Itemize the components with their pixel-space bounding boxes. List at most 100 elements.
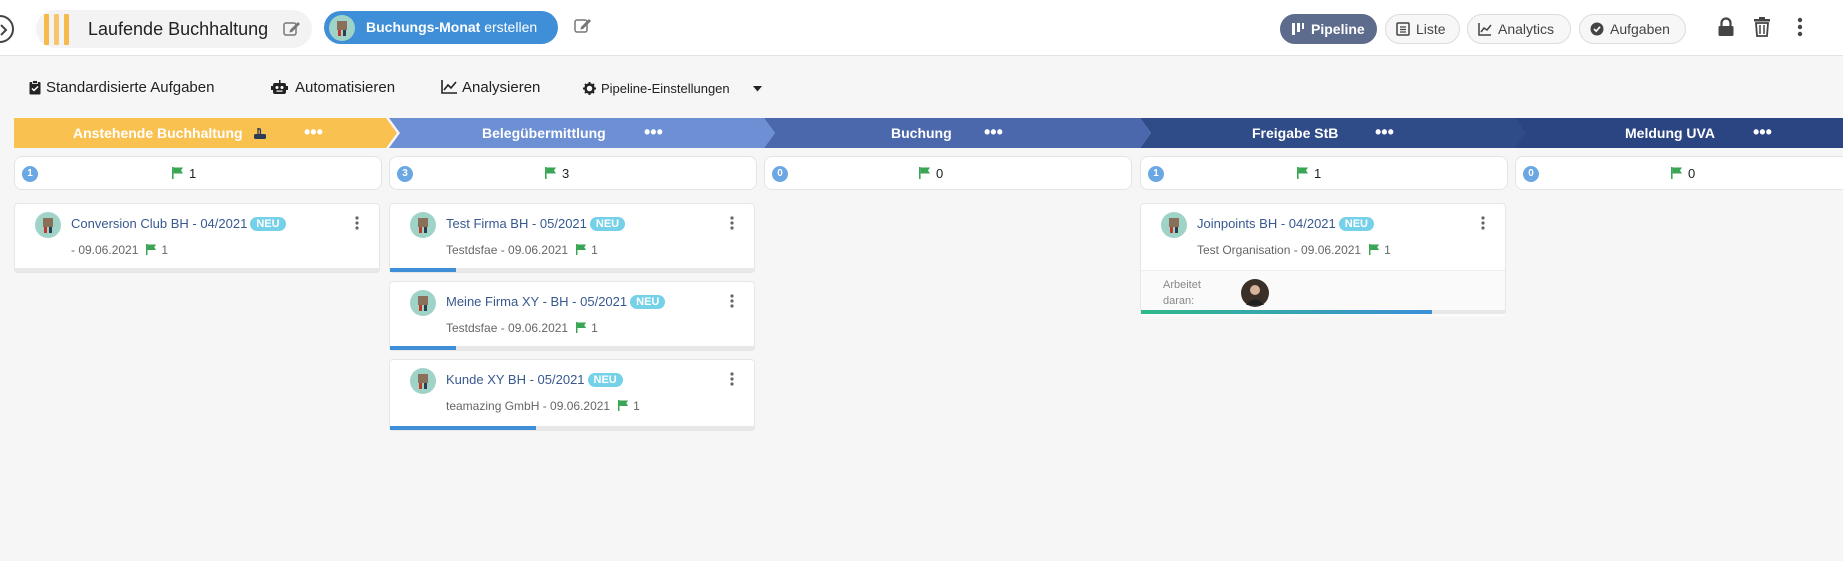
gear-icon [583,82,596,95]
card-title[interactable]: Test Firma BH - 05/2021 [446,216,587,231]
more-vertical-icon[interactable] [1797,17,1803,37]
avatar-icon [329,15,355,41]
stage-name: Belegübermittlung [482,125,606,141]
flag-icon [576,322,587,333]
progress-fill [390,268,456,272]
flag-icon [618,400,629,411]
card-menu-icon[interactable] [730,372,734,386]
view-tasks-label: Aufgaben [1610,21,1670,37]
stage-name: Freigabe StB [1252,125,1339,141]
card-flag-count: 1 [591,321,598,335]
progress-track [390,426,754,430]
card-subtitle-row: Testdsfae - 09.06.2021 1 [446,321,598,335]
lock-icon[interactable] [1717,17,1735,37]
new-badge: NEU [630,295,666,309]
card-menu-icon[interactable] [730,216,734,230]
card-count-badge: 1 [1148,166,1164,182]
new-badge: NEU [250,217,286,231]
edit-title-icon[interactable] [283,20,301,37]
hand-pointer-icon [254,128,266,139]
create-booking-month-button[interactable]: Buchungs-Monat erstellen [324,11,558,44]
stage-menu-icon[interactable]: ••• [984,122,1003,143]
trash-icon[interactable] [1753,17,1771,37]
card-title[interactable]: Kunde XY BH - 05/2021 [446,372,585,387]
pipeline-title: Laufende Buchhaltung [88,19,269,39]
card-menu-icon[interactable] [355,216,359,230]
view-pipeline-button[interactable]: Pipeline [1280,14,1377,44]
flag-icon [545,167,556,179]
card-subtitle: Testdsfae - 09.06.2021 [446,321,569,335]
flag-count: 1 [1314,166,1322,181]
card-menu-icon[interactable] [1481,216,1485,230]
stage-menu-icon[interactable]: ••• [304,122,323,143]
progress-fill [390,426,536,430]
deal-card[interactable]: Conversion Club BH - 04/2021 NEU - 09.06.… [14,203,380,273]
clipboard-check-icon [29,80,41,95]
card-title-row: Kunde XY BH - 05/2021 NEU [446,372,623,387]
card-subtitle-row: Test Organisation - 09.06.2021 1 [1197,243,1391,257]
stage-counter: 1 1 [1140,156,1508,190]
deal-card[interactable]: Joinpoints BH - 04/2021 NEU Test Organisa… [1140,203,1506,317]
card-title-row: Test Firma BH - 05/2021 NEU [446,216,626,231]
flag-count: 0 [936,166,944,181]
card-title[interactable]: Joinpoints BH - 04/2021 [1197,216,1336,231]
view-pipeline-label: Pipeline [1311,21,1365,37]
card-subtitle: - 09.06.2021 [71,243,139,257]
avatar-icon [410,290,436,316]
stage-name: Meldung UVA [1625,125,1715,141]
chevron-right-icon [0,24,8,36]
card-count-badge: 3 [397,166,413,182]
card-flag-count: 1 [633,399,640,413]
card-subtitle: Test Organisation - 09.06.2021 [1197,243,1362,257]
stage-header-meldung-uva[interactable]: Meldung UVA ••• [1515,118,1843,148]
card-title[interactable]: Conversion Club BH - 04/2021 [71,216,247,231]
progress-track [1141,310,1505,314]
stage-name: Buchung [891,125,952,141]
standardized-tasks-label: Standardisierte Aufgaben [46,79,215,96]
stage-header-beleguebermittlung[interactable]: Belegübermittlung ••• [389,118,775,148]
user-avatar[interactable] [1241,279,1269,307]
back-button[interactable] [0,15,14,43]
card-title-row: Joinpoints BH - 04/2021 NEU [1197,216,1374,231]
stage-header-anstehende-buchhaltung[interactable]: Anstehende Buchhaltung ••• [14,118,397,148]
analyze-label: Analysieren [462,79,541,96]
robot-icon [271,80,288,94]
stage-arrow-shape [764,118,1151,148]
working-on-label: Arbeitet daran: [1163,279,1201,307]
analytics-icon [1478,23,1492,36]
card-flag-count: 1 [161,243,169,257]
stage-name: Anstehende Buchhaltung [73,125,243,141]
card-subtitle: Testdsfae - 09.06.2021 [446,243,569,257]
card-title[interactable]: Meine Firma XY - BH - 05/2021 [446,294,627,309]
card-flag-count: 1 [591,243,598,257]
view-tasks-button[interactable]: Aufgaben [1579,14,1686,44]
deal-card[interactable]: Meine Firma XY - BH - 05/2021 NEU Testdsf… [389,281,755,351]
new-badge: NEU [589,217,626,231]
card-menu-icon[interactable] [730,294,734,308]
deal-card[interactable]: Test Firma BH - 05/2021 NEU Testdsfae - 0… [389,203,755,273]
flag-count: 3 [562,166,570,181]
flag-icon [576,244,587,255]
create-button-label-bold: Buchungs-Monat [366,19,481,35]
avatar-icon [410,212,436,238]
flag-icon [1297,167,1308,179]
card-count-badge: 0 [772,166,788,182]
flag-count: 1 [189,166,197,181]
view-analytics-label: Analytics [1498,21,1555,37]
deal-card[interactable]: Kunde XY BH - 05/2021 NEU teamazing GmbH … [389,359,755,431]
stage-menu-icon[interactable]: ••• [1753,122,1772,143]
view-list-button[interactable]: Liste [1385,14,1460,44]
stage-menu-icon[interactable]: ••• [644,122,663,143]
stage-header-buchung[interactable]: Buchung ••• [764,118,1151,148]
avatar-icon [35,212,61,238]
stage-counter: 0 0 [764,156,1132,190]
view-analytics-button[interactable]: Analytics [1467,14,1571,44]
stage-menu-icon[interactable]: ••• [1375,122,1394,143]
new-badge: NEU [587,373,623,387]
stage-header-freigabe-stb[interactable]: Freigabe StB ••• [1140,118,1527,148]
progress-track [390,346,754,350]
edit-icon[interactable] [574,17,592,34]
stage-counter: 3 3 [389,156,757,190]
card-subtitle-row: Testdsfae - 09.06.2021 1 [446,243,598,257]
new-badge: NEU [1338,217,1374,231]
